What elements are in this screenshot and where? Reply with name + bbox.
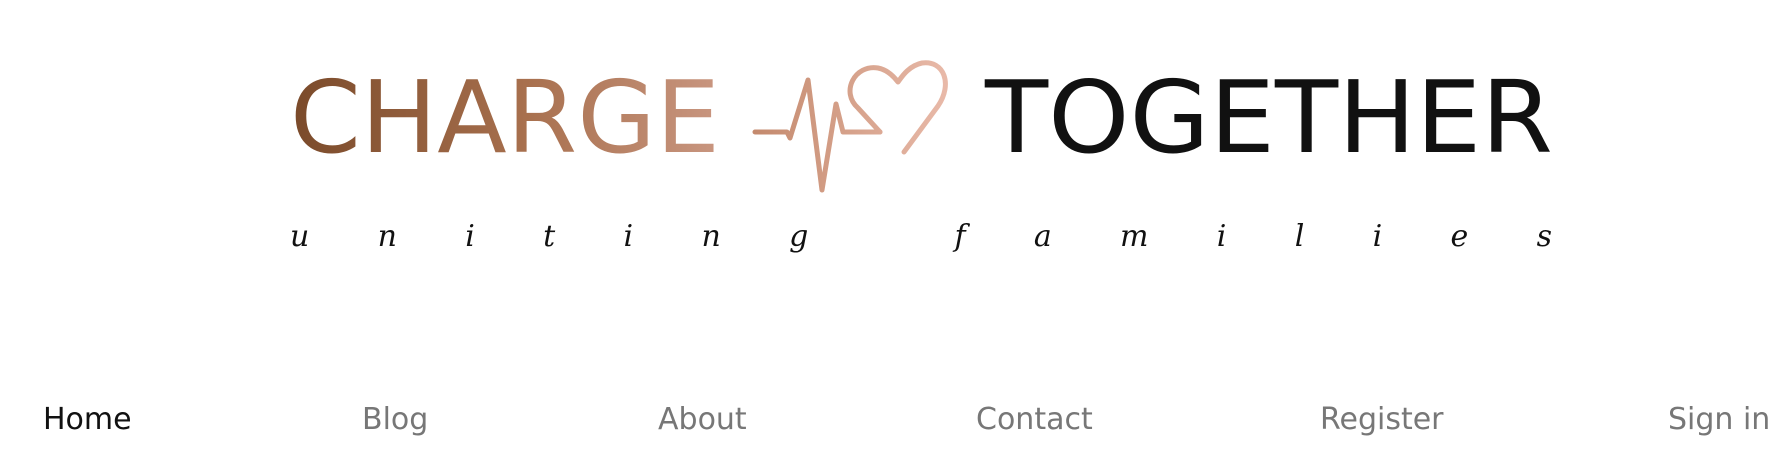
nav-item-blog[interactable]: Blog [362,390,428,450]
logo-word-charge: CHARGE [290,59,720,176]
nav-item-contact[interactable]: Contact [976,390,1093,450]
logo-tagline: uniting families [290,219,1552,254]
main-nav: Home Blog About Contact Register Sign in [0,390,1779,450]
site-logo[interactable]: CHARGE TOGETHER uniting families [0,0,1779,300]
nav-item-sign-in[interactable]: Sign in [1668,390,1770,450]
heartbeat-heart-icon [752,60,948,193]
nav-item-register[interactable]: Register [1320,390,1444,450]
nav-item-home[interactable]: Home [43,390,132,450]
nav-item-about[interactable]: About [658,390,747,450]
logo-word-together: TOGETHER [984,59,1553,176]
logo-artwork: CHARGE TOGETHER uniting families [290,59,1553,254]
